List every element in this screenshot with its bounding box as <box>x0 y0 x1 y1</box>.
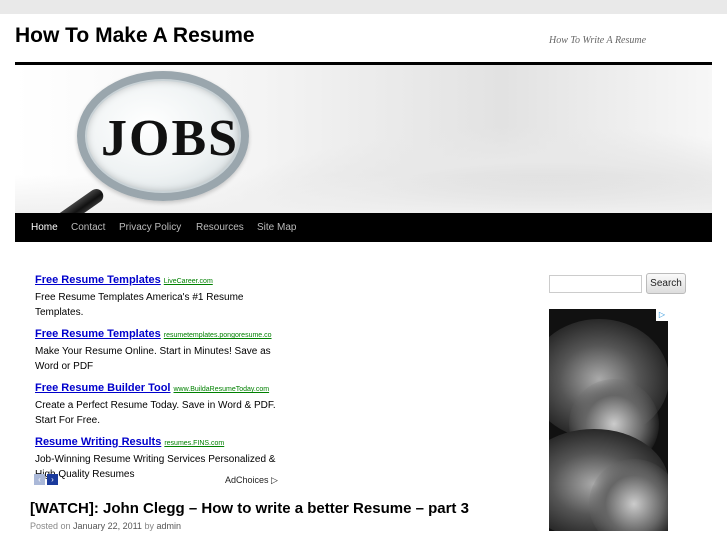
ad-url-link[interactable]: resumes.FINS.com <box>164 440 224 447</box>
ad-pager: ‹ › <box>34 474 58 485</box>
nav-item-site-map[interactable]: Site Map <box>257 213 296 242</box>
adsense-block: Free Resume Templates LiveCareer.com Free… <box>29 270 281 486</box>
post-date[interactable]: January 22, 2011 <box>73 521 142 531</box>
adchoices-link[interactable]: AdChoices ▷ <box>225 475 278 486</box>
nav-item-home[interactable]: Home <box>31 213 58 242</box>
ad-url-link[interactable]: LiveCareer.com <box>164 278 213 285</box>
nav-item-privacy-policy[interactable]: Privacy Policy <box>119 213 181 242</box>
post-title[interactable]: [WATCH]: John Clegg – How to write a bet… <box>30 500 469 517</box>
post-meta-prefix: Posted on <box>30 521 71 531</box>
nav-item-resources[interactable]: Resources <box>196 213 244 242</box>
ad-description: Free Resume Templates America's #1 Resum… <box>35 292 244 318</box>
ad-url-link[interactable]: resumetemplates.pongoresume.co <box>164 332 272 339</box>
post-meta: Posted on January 22, 2011 by admin <box>30 521 181 531</box>
nav-item-contact[interactable]: Contact <box>71 213 105 242</box>
ad-prev-icon[interactable]: ‹ <box>34 474 45 485</box>
search-button[interactable]: Search <box>646 273 686 294</box>
ad-unit: Free Resume Templates LiveCareer.com Free… <box>29 270 281 320</box>
post-meta-by: by <box>144 521 154 531</box>
ad-unit: Free Resume Templates resumetemplates.pon… <box>29 324 281 374</box>
ad-description: Make Your Resume Online. Start in Minute… <box>35 346 271 372</box>
search-input[interactable] <box>549 275 642 293</box>
sidebar-ad-image[interactable]: ▷ <box>549 309 668 531</box>
ad-next-icon[interactable]: › <box>47 474 58 485</box>
ad-title-link[interactable]: Free Resume Builder Tool <box>35 382 171 394</box>
site-tagline: How To Write A Resume <box>549 35 647 46</box>
ad-title-link[interactable]: Free Resume Templates <box>35 328 161 340</box>
header-banner: JOBS <box>15 65 712 213</box>
ad-unit: Free Resume Builder Tool www.BuildaResume… <box>29 378 281 428</box>
ad-title-link[interactable]: Free Resume Templates <box>35 274 161 286</box>
ad-badge-icon[interactable]: ▷ <box>656 309 668 321</box>
ad-description: Create a Perfect Resume Today. Save in W… <box>35 400 276 426</box>
ad-title-link[interactable]: Resume Writing Results <box>35 436 161 448</box>
banner-jobs-text: JOBS <box>101 110 240 167</box>
site-title[interactable]: How To Make A Resume <box>15 24 255 48</box>
ad-url-link[interactable]: www.BuildaResumeToday.com <box>174 386 270 393</box>
main-nav: Home Contact Privacy Policy Resources Si… <box>15 213 712 242</box>
post-author[interactable]: admin <box>156 521 181 531</box>
